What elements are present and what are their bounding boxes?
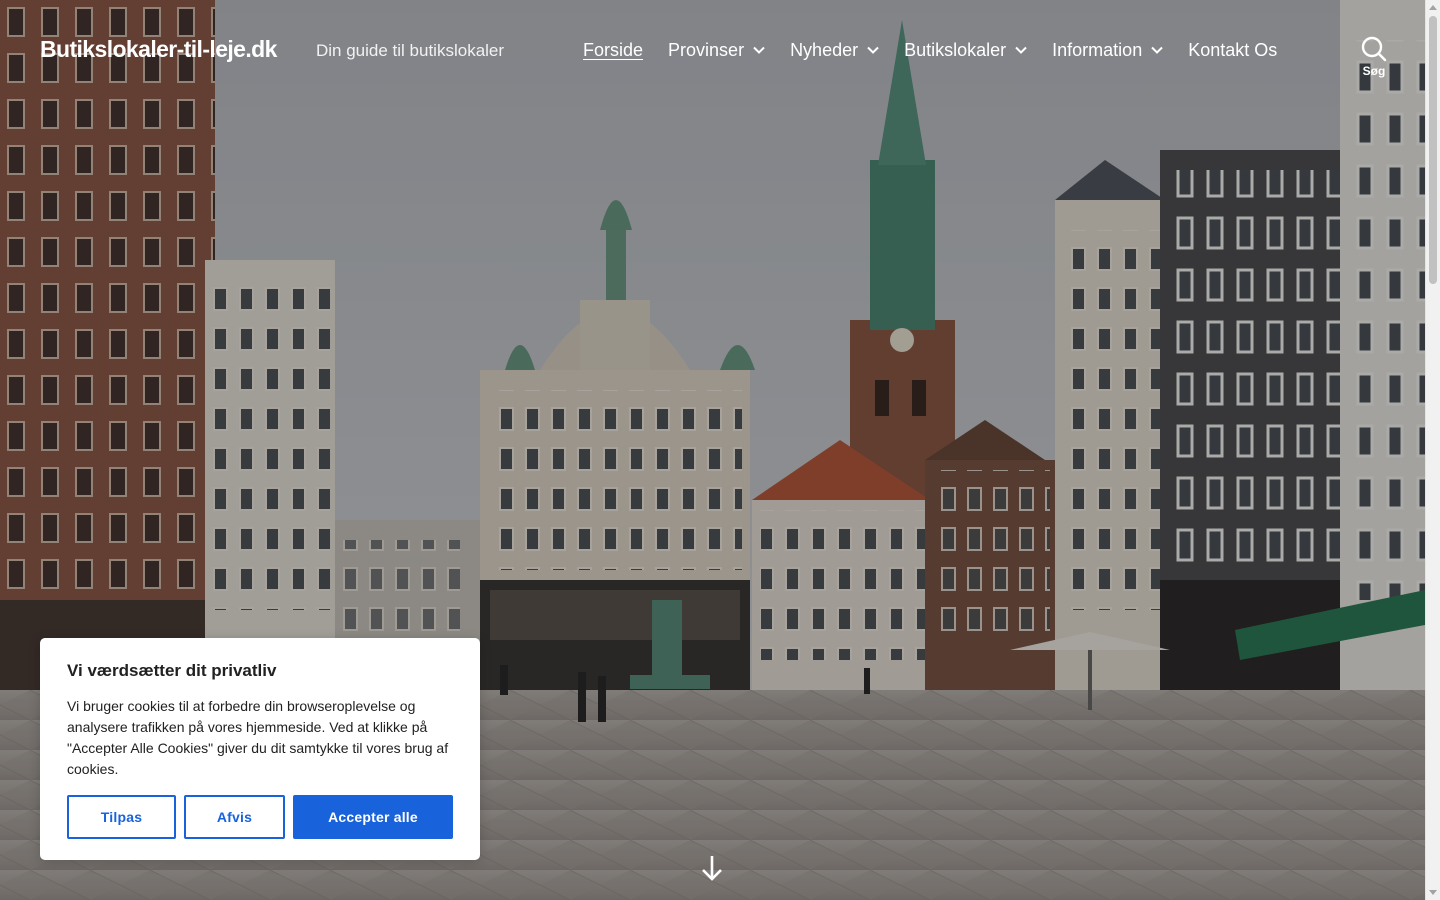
scroll-down-arrow-icon[interactable] <box>1429 890 1437 895</box>
scrollbar-thumb[interactable] <box>1429 16 1437 284</box>
nav-item-forside[interactable]: Forside <box>583 40 643 61</box>
nav-item-butikslokaler[interactable]: Butikslokaler <box>904 40 1027 61</box>
nav-item-label: Provinser <box>668 39 745 60</box>
reject-button[interactable]: Afvis <box>184 795 285 839</box>
nav-item-label: Kontakt Os <box>1188 39 1278 60</box>
accept-all-button[interactable]: Accepter alle <box>293 795 453 839</box>
chevron-down-icon[interactable] <box>1015 46 1027 54</box>
page-scrollbar[interactable] <box>1425 0 1440 900</box>
nav-item-label: Information <box>1052 39 1143 60</box>
cookie-title: Vi værdsætter dit privatliv <box>67 661 277 680</box>
primary-nav: Forside Provinser Nyheder Butikslokaler … <box>583 38 1277 62</box>
scroll-up-arrow-icon[interactable] <box>1429 5 1437 10</box>
nav-item-kontakt-os[interactable]: Kontakt Os <box>1188 40 1277 61</box>
search-icon <box>1361 36 1387 62</box>
cookie-description: Vi bruger cookies til at forbedre din br… <box>67 698 449 777</box>
arrow-down-icon[interactable] <box>700 854 724 882</box>
nav-item-provinser[interactable]: Provinser <box>668 40 765 61</box>
site-title-link[interactable]: Butikslokaler-til-leje.dk <box>40 36 277 63</box>
site-description: Din guide til butikslokaler <box>316 41 505 60</box>
chevron-down-icon[interactable] <box>1151 46 1163 54</box>
search-toggle-button[interactable]: Søg <box>1355 36 1393 88</box>
nav-item-information[interactable]: Information <box>1052 40 1163 61</box>
nav-item-nyheder[interactable]: Nyheder <box>790 40 879 61</box>
cookie-consent-banner: Vi værdsætter dit privatliv Vi bruger co… <box>40 638 480 860</box>
page: Butikslokaler-til-leje.dk Din guide til … <box>0 0 1440 900</box>
customize-button[interactable]: Tilpas <box>67 795 176 839</box>
chevron-down-icon[interactable] <box>867 46 879 54</box>
chevron-down-icon[interactable] <box>753 46 765 54</box>
cookie-button-group: Tilpas Afvis Accepter alle <box>67 795 453 839</box>
nav-item-label: Butikslokaler <box>904 39 1007 60</box>
site-header: Butikslokaler-til-leje.dk Din guide til … <box>0 0 1425 100</box>
nav-item-label: Forside <box>583 39 644 60</box>
search-label: Søg <box>1362 64 1386 78</box>
nav-item-label: Nyheder <box>790 39 859 60</box>
